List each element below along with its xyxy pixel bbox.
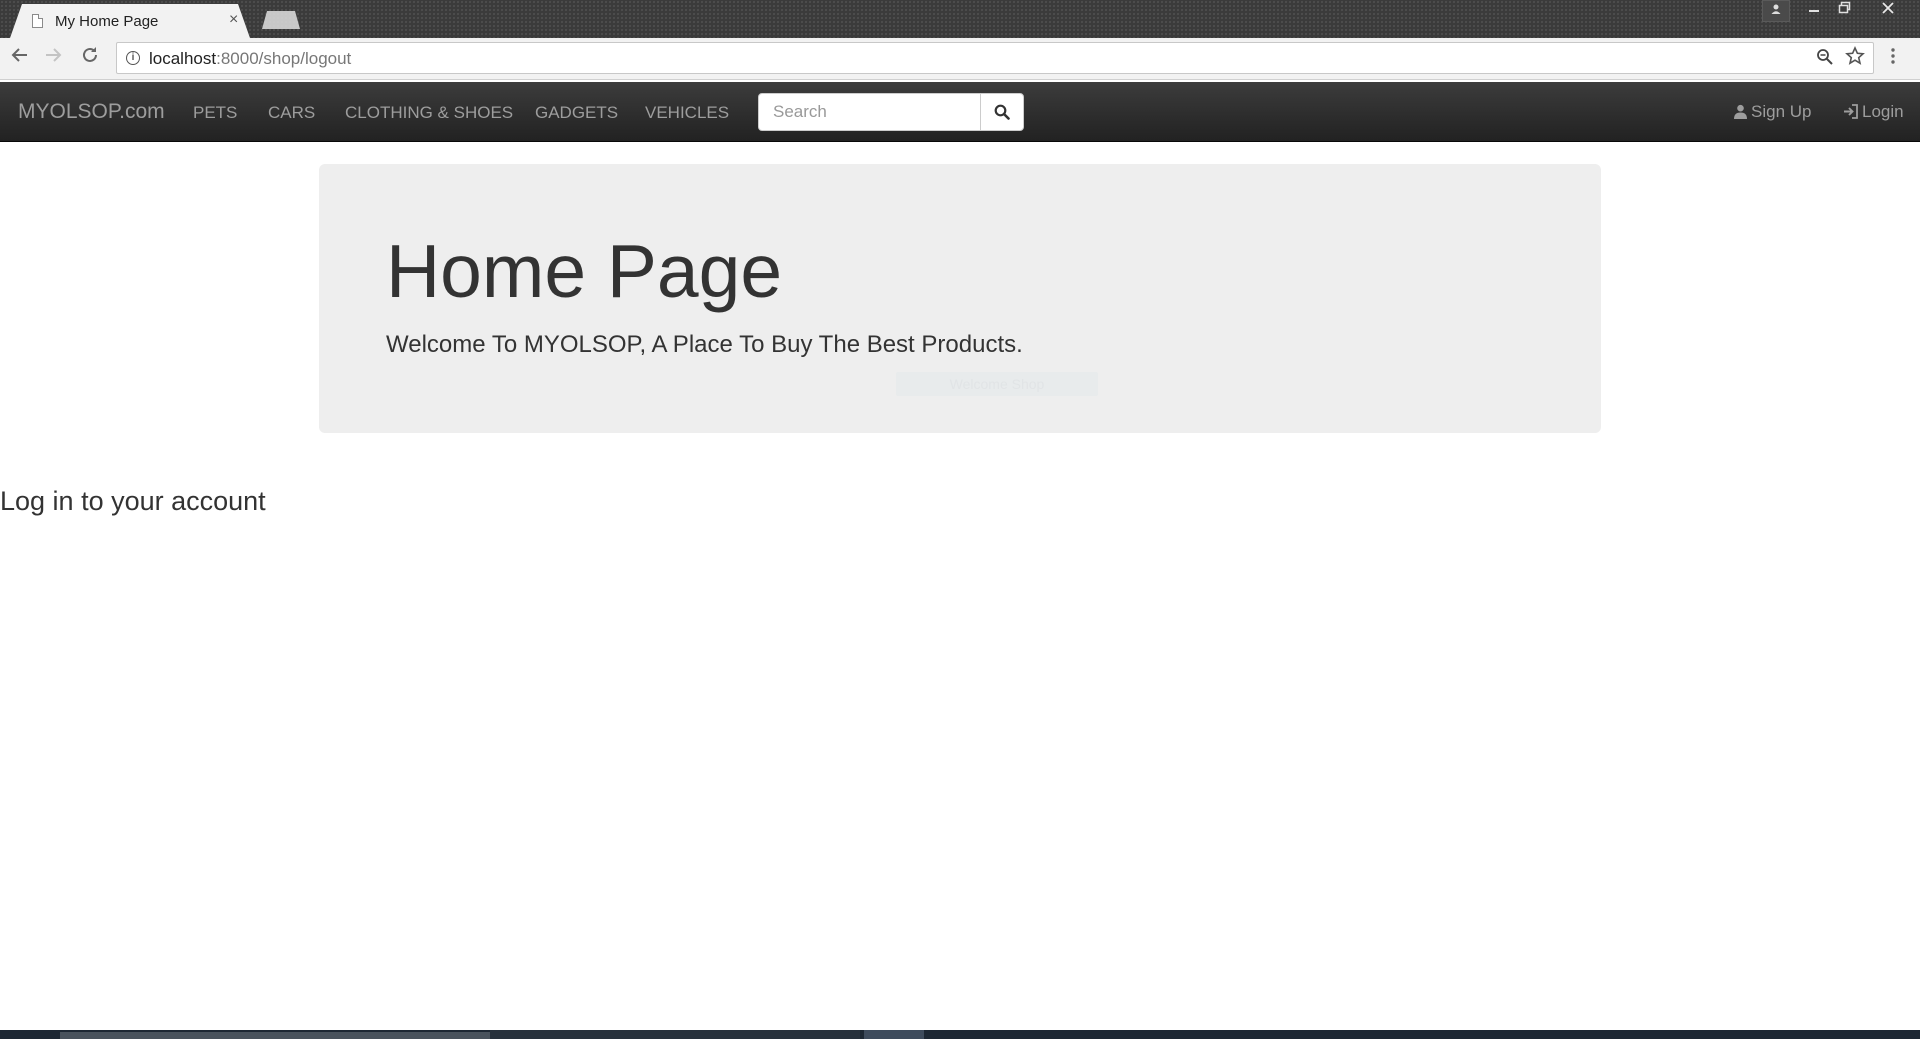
close-window-icon[interactable] — [1872, 0, 1904, 22]
brand-logo[interactable]: MYOLSOP.com — [18, 100, 165, 124]
welcome-subtitle: Welcome To MYOLSOP, A Place To Buy The B… — [386, 331, 1023, 358]
document-icon — [32, 14, 43, 28]
url-host: localhost — [149, 49, 217, 68]
nav-link-clothing-shoes[interactable]: CLOTHING & SHOES — [345, 103, 513, 123]
search-input[interactable] — [758, 93, 981, 131]
star-icon[interactable] — [1845, 46, 1865, 72]
login-icon — [1844, 104, 1858, 119]
faint-shop-button[interactable]: Welcome Shop — [896, 372, 1098, 396]
restore-icon[interactable] — [1830, 0, 1858, 22]
menu-icon[interactable] — [1890, 47, 1896, 69]
zoom-icon[interactable] — [1816, 48, 1833, 70]
new-tab-button[interactable] — [262, 11, 300, 29]
user-icon — [1734, 104, 1747, 119]
signup-label: Sign Up — [1751, 102, 1812, 121]
info-icon[interactable]: i — [126, 51, 140, 65]
taskbar-item[interactable] — [490, 1030, 860, 1039]
nav-link-vehicles[interactable]: VEHICLES — [645, 103, 729, 123]
signup-link[interactable]: Sign Up — [1733, 102, 1811, 122]
reload-icon[interactable] — [81, 46, 99, 69]
login-link[interactable]: Login — [1843, 102, 1904, 122]
nav-link-cars[interactable]: CARS — [268, 103, 315, 123]
site-navbar: MYOLSOP.com PETS CARS CLOTHING & SHOES G… — [0, 82, 1920, 142]
url-path: :8000/shop/logout — [216, 49, 352, 68]
tab-title: My Home Page — [55, 13, 159, 30]
back-arrow-icon[interactable] — [11, 46, 29, 69]
nav-link-gadgets[interactable]: GADGETS — [535, 103, 618, 123]
taskbar-item[interactable] — [60, 1032, 490, 1039]
browser-toolbar: i localhost:8000/shop/logout — [0, 38, 1920, 80]
taskbar-item-active[interactable] — [864, 1030, 924, 1039]
search-button[interactable] — [980, 93, 1024, 131]
url-text[interactable]: localhost:8000/shop/logout — [149, 49, 351, 69]
profile-icon[interactable] — [1762, 0, 1790, 22]
login-heading: Log in to your account — [0, 486, 266, 516]
tab-close-icon[interactable]: × — [229, 12, 238, 28]
nav-link-pets[interactable]: PETS — [193, 103, 237, 123]
forward-arrow-icon[interactable] — [44, 46, 62, 69]
address-bar[interactable]: i localhost:8000/shop/logout — [116, 42, 1874, 74]
search-form — [758, 93, 1024, 131]
page-title: Home Page — [386, 229, 783, 313]
jumbotron: Home Page Welcome To MYOLSOP, A Place To… — [319, 164, 1601, 433]
search-icon — [994, 104, 1010, 120]
browser-tab[interactable]: My Home Page × — [10, 4, 250, 38]
login-label: Login — [1862, 102, 1904, 121]
browser-titlebar: My Home Page × — [0, 0, 1920, 38]
minimize-icon[interactable] — [1800, 0, 1828, 22]
